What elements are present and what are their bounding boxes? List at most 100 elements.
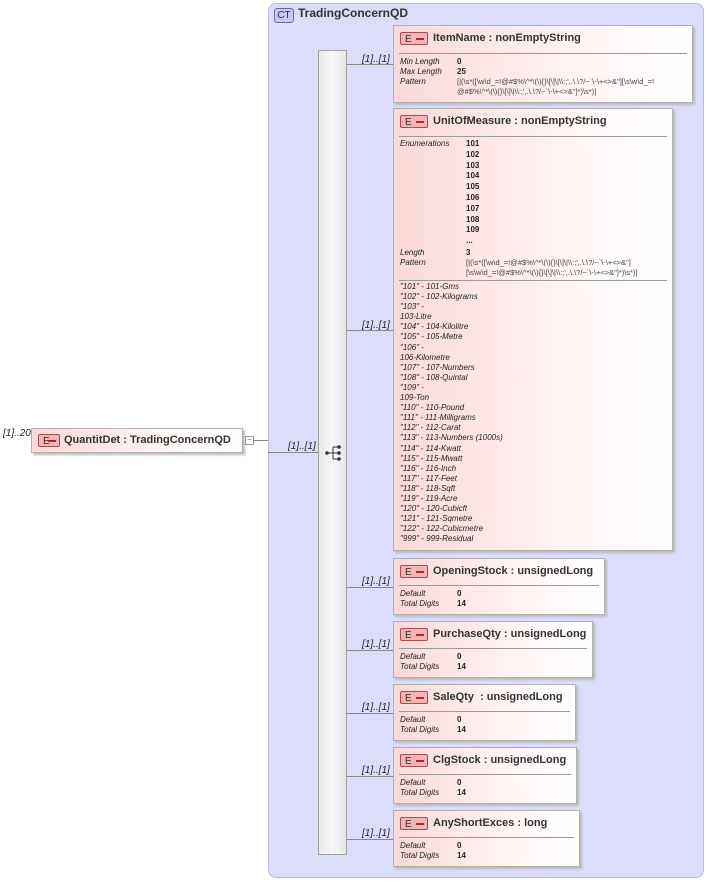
prop-value: 14: [457, 851, 466, 860]
divider: [399, 837, 574, 838]
documentation: "101" - 101-Gms "102" - 102-Kilograms "103…: [400, 282, 503, 544]
prop-value: 0: [457, 778, 462, 787]
documentation-line: "116" - 116-Inch: [400, 463, 457, 473]
connector: [347, 587, 393, 588]
connector: [254, 440, 268, 441]
connector: [347, 650, 393, 651]
divider: [399, 585, 599, 586]
enum-value: 103: [466, 160, 480, 170]
documentation-line: 103-Litre: [400, 312, 432, 322]
element-badge: E: [400, 628, 428, 641]
element-badge: E: [400, 565, 428, 578]
element-badge: E: [38, 434, 60, 447]
prop-key: Total Digits: [400, 662, 440, 671]
element-purchaseqty[interactable]: E PurchaseQty : unsignedLong Default 0 Tot…: [393, 621, 593, 678]
documentation-line: "999" - 999-Residual: [400, 534, 474, 544]
element-label: AnyShortExces : long: [433, 817, 548, 829]
documentation-line: "107" - 107-Numbers: [400, 362, 475, 372]
connector: [347, 713, 393, 714]
documentation-line: "117" - 117-Feet: [400, 473, 457, 483]
enum-value: 102: [466, 149, 480, 159]
prop-value: [|(\s*([\w\d_=!@#$%\^*\(\){}\[\]\|\\:;',…: [457, 77, 655, 86]
element-label: ItemName : nonEmptyString: [433, 32, 581, 44]
divider: [399, 774, 571, 775]
prop-value: @#$%\^*\(\){}\[\]\|\\:;',.\.\?/~`\-\+<>&…: [457, 87, 597, 96]
prop-value: 0: [457, 715, 462, 724]
connector: [268, 452, 318, 453]
divider: [399, 280, 667, 281]
sequence-icon: [325, 445, 341, 461]
element-badge: E: [400, 32, 428, 45]
connector: [347, 839, 393, 840]
prop-value: 14: [457, 725, 466, 734]
element-badge: E: [400, 817, 428, 830]
element-anyshortexces[interactable]: E AnyShortExces : long Default 0 Total Dig…: [393, 810, 580, 867]
enum-value: 109: [466, 225, 480, 235]
prop-value: 0: [457, 57, 462, 66]
enum-value: 104: [466, 171, 480, 181]
element-clgstock[interactable]: E ClgStock : unsignedLong Default 0 Total …: [393, 747, 577, 804]
documentation-line: "120" - 120-Cubicft: [400, 504, 468, 514]
collapse-toggle-icon[interactable]: −: [245, 436, 254, 445]
complex-type-title: TradingConcernQD: [298, 6, 409, 20]
element-itemname[interactable]: E ItemName : nonEmptyString Min Length 0 …: [393, 25, 693, 103]
documentation-line: "119" - 119-Acre: [400, 493, 458, 503]
documentation-line: "114" - 114-Kwatt: [400, 443, 461, 453]
sequence-multiplicity: [1]..[1]: [288, 441, 316, 452]
child-multiplicity: [1]..[1]: [362, 576, 390, 587]
element-label: OpeningStock : unsignedLong: [433, 565, 594, 577]
element-badge: E: [400, 754, 428, 767]
prop-value: 3: [466, 248, 471, 257]
divider: [399, 53, 687, 54]
child-multiplicity: [1]..[1]: [362, 320, 390, 331]
documentation-line: 109-Ton: [400, 393, 430, 403]
prop-value: 14: [457, 662, 466, 671]
child-multiplicity: [1]..[1]: [362, 54, 390, 65]
root-multiplicity: [1]..20: [3, 428, 31, 439]
sequence-compositor[interactable]: [318, 50, 347, 855]
enum-value: 107: [466, 203, 480, 213]
prop-key: Length: [400, 248, 425, 257]
prop-key: Default: [400, 715, 426, 724]
documentation-line: "112" - 112-Carat: [400, 423, 461, 433]
documentation-line: "101" - 101-Gms: [400, 282, 460, 291]
element-badge: E: [400, 115, 428, 128]
prop-key: Total Digits: [400, 725, 440, 734]
prop-value: [|(\s*([\w\d_=!@#$%\^*\(\){}\[\]\|\\:;',…: [466, 258, 631, 267]
child-multiplicity: [1]..[1]: [362, 828, 390, 839]
element-unitofmeasure[interactable]: E UnitOfMeasure : nonEmptyString Enumera…: [393, 108, 673, 551]
prop-key: Total Digits: [400, 788, 440, 797]
documentation-line: "105" - 105-Metre: [400, 332, 463, 342]
element-saleqty[interactable]: E SaleQty : unsignedLong Default 0 Total D…: [393, 684, 576, 741]
documentation-line: "111" - 111-Milligrams: [400, 413, 476, 423]
prop-value: 0: [457, 589, 462, 598]
documentation-line: "115" - 115-Mwatt: [400, 453, 463, 463]
prop-value: 25: [457, 67, 466, 76]
element-openingstock[interactable]: E OpeningStock : unsignedLong Default 0 To…: [393, 558, 605, 615]
enum-value: 101: [466, 139, 480, 148]
prop-key: Default: [400, 652, 426, 661]
prop-key: Enumerations: [400, 139, 450, 148]
documentation-line: "104" - 104-Kilolitre: [400, 322, 469, 332]
root-element[interactable]: E QuantitDet : TradingConcernQD: [31, 428, 243, 453]
divider: [399, 711, 570, 712]
enum-value: 108: [466, 214, 480, 224]
prop-key: Pattern: [400, 77, 426, 86]
child-multiplicity: [1]..[1]: [362, 765, 390, 776]
prop-key: Min Length: [400, 57, 440, 66]
complex-type-badge: CT: [274, 8, 294, 23]
prop-value: 14: [457, 599, 466, 608]
documentation-line: 106-Kilometre: [400, 352, 450, 362]
documentation-line: "102" - 102-Kilograms: [400, 292, 478, 302]
root-element-label: QuantitDet : TradingConcernQD: [64, 434, 231, 446]
documentation-line: "103" -: [400, 302, 424, 312]
prop-key: Total Digits: [400, 851, 440, 860]
prop-value: 0: [457, 652, 462, 661]
enum-value: 106: [466, 193, 480, 202]
prop-key: Default: [400, 778, 426, 787]
prop-key: Total Digits: [400, 599, 440, 608]
prop-value: 0: [457, 841, 462, 850]
prop-key: Pattern: [400, 258, 426, 267]
enum-value: 105: [466, 182, 480, 192]
documentation-line: "113" - 113-Numbers (1000s): [400, 433, 503, 443]
